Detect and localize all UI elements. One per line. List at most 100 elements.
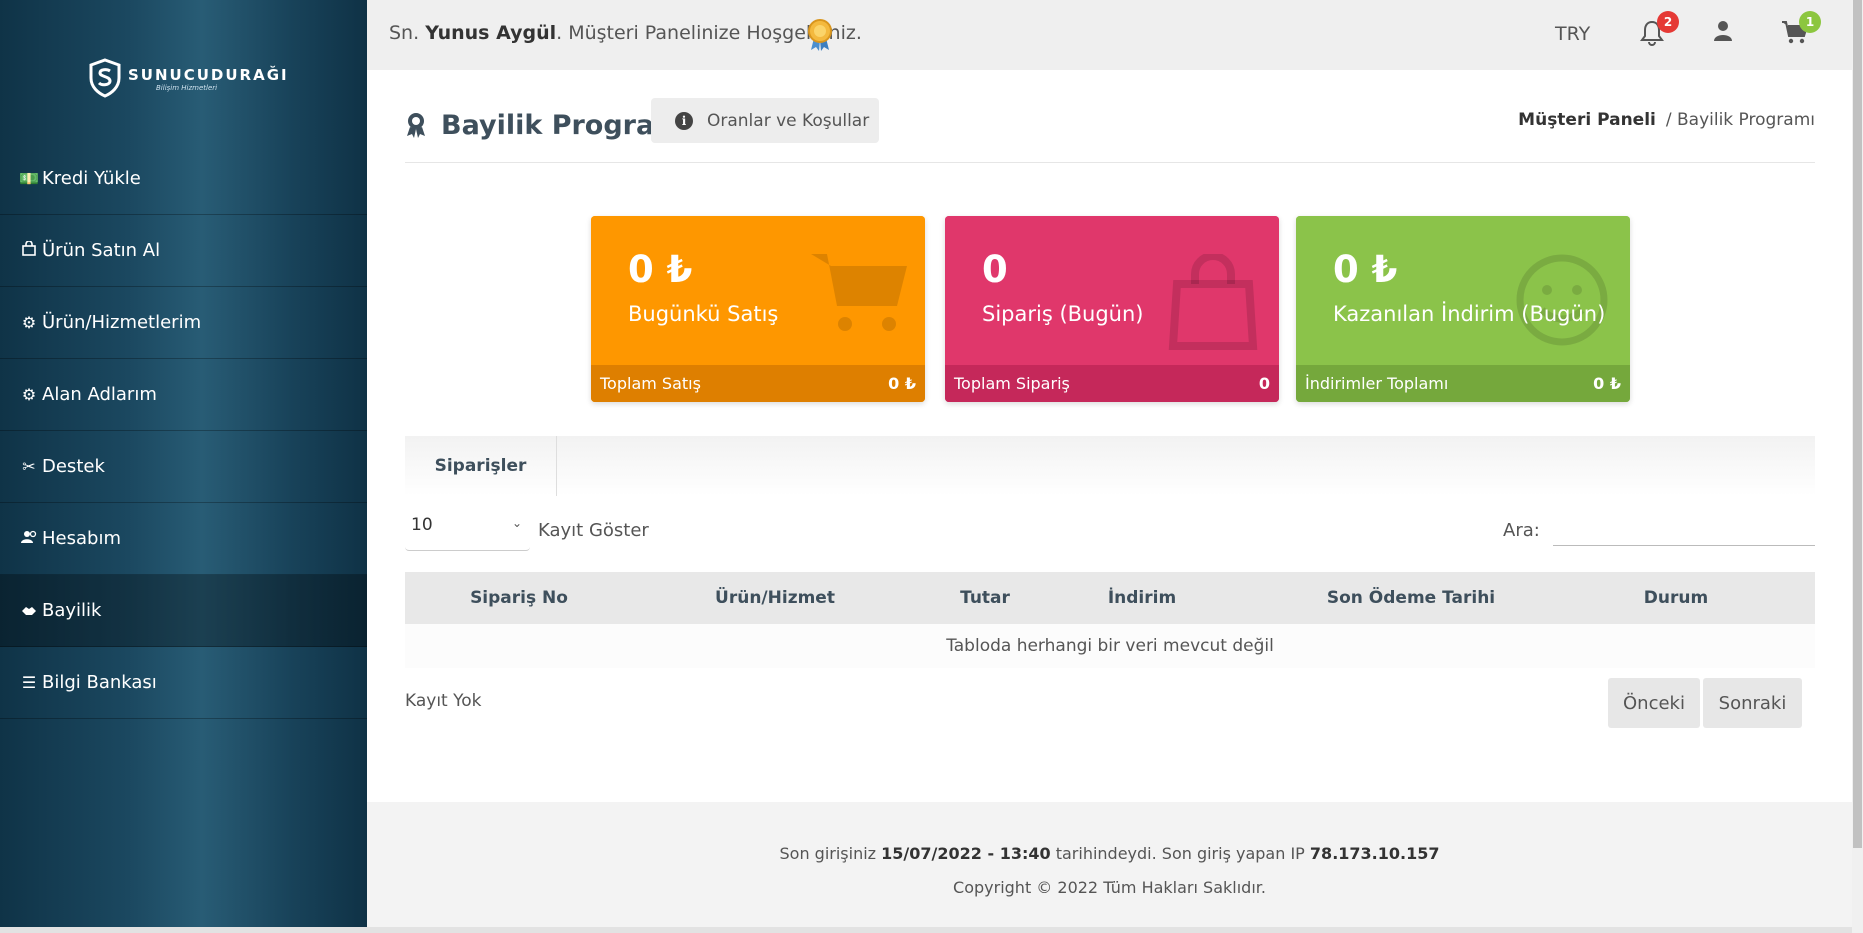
tab-bar: Siparişler [405,436,1815,496]
medal-icon [808,19,832,51]
page-length-label: Kayıt Göster [538,520,649,541]
currency-selector[interactable]: TRY [1555,23,1590,45]
users-icon [18,529,40,548]
rates-and-terms-button[interactable]: i Oranlar ve Koşullar [651,98,879,143]
last-login-prefix: Son girişiniz [779,844,882,863]
shopping-bag-icon [1168,254,1258,350]
card-label: Sipariş (Bugün) [982,302,1144,326]
gear-icon: ⚙ [21,313,37,332]
card-footer: Toplam Sipariş 0 [945,365,1279,402]
footer: Son girişiniz 15/07/2022 - 13:40 tarihin… [367,802,1852,927]
sidebar-item-label: Alan Adlarım [42,384,157,405]
table-info: Kayıt Yok [405,691,482,711]
column-header-tutar[interactable]: Tutar [960,588,1010,608]
brand-name: SUNUCUDURAĞI [128,66,289,84]
next-page-button[interactable]: Sonraki [1703,678,1802,728]
card-value: 0 [982,248,1008,291]
horizontal-scrollbar[interactable] [0,927,1852,933]
card-footer-label: Toplam Sipariş [954,374,1070,393]
card-value: 0 ₺ [1333,248,1398,291]
sidebar-item-label: Destek [42,456,105,477]
sidebar-item-bilgi-bankasi[interactable]: ☰ Bilgi Bankası [0,647,367,719]
column-header-son-odeme-tarihi[interactable]: Son Ödeme Tarihi [1327,588,1495,608]
search-input[interactable] [1553,506,1815,546]
cart-icon [811,254,907,331]
money-icon: 💵 [19,169,39,188]
page-length-select[interactable]: 10 ⌄ [405,506,530,551]
column-header-durum[interactable]: Durum [1644,588,1708,608]
breadcrumb: Müşteri Paneli / Bayilik Programı [1518,110,1815,130]
sidebar-item-label: Bilgi Bankası [42,672,157,693]
scrollbar-thumb[interactable] [1853,0,1862,848]
award-icon [407,113,425,138]
info-icon: i [675,111,693,130]
last-login-info: Son girişiniz 15/07/2022 - 13:40 tarihin… [367,844,1852,863]
user-name: Yunus Aygül [425,22,557,44]
page-header: Bayilik Programı i Oranlar ve Koşullar M… [405,98,1815,163]
card-footer-label: Toplam Satış [600,374,701,393]
sidebar-item-alan-adlarim[interactable]: ⚙ Alan Adlarım [0,359,367,431]
cart-badge: 1 [1799,11,1821,33]
table-empty-row: Tabloda herhangi bir veri mevcut değil [405,624,1815,668]
shopping-bag-icon [18,240,40,260]
breadcrumb-home[interactable]: Müşteri Paneli [1518,110,1656,130]
sidebar-menu: 💵 Kredi Yükle Ürün Satın Al ⚙ Ürün/Hizme… [0,143,367,719]
card-footer-label: İndirimler Toplamı [1305,374,1449,393]
table-header: Sipariş No Ürün/Hizmet Tutar İndirim Son… [405,572,1815,624]
column-header-indirim[interactable]: İndirim [1108,588,1176,608]
top-bar: Sn. Yunus Aygül. Müşteri Panelinize Hoşg… [367,0,1852,70]
card-label: Bugünkü Satış [628,302,779,326]
sidebar-item-destek[interactable]: ✂ Destek [0,431,367,503]
card-footer: İndirimler Toplamı 0 ₺ [1296,365,1630,402]
cart-button[interactable]: 1 [1781,11,1821,49]
card-footer-value: 0 ₺ [888,374,916,393]
sidebar-item-hesabim[interactable]: Hesabım [0,503,367,575]
sidebar: SUNUCUDURAĞI Bilişim Hizmetleri 💵 Kredi … [0,0,367,928]
card-footer-value: 0 [1258,374,1270,393]
copyright: Copyright © 2022 Tüm Hakları Saklıdır. [953,878,1266,897]
last-login-date: 15/07/2022 - 13:40 [881,844,1051,863]
sidebar-item-label: Kredi Yükle [42,168,141,189]
shield-logo-icon [89,58,121,98]
stat-card-orders: 0 Sipariş (Bugün) Toplam Sipariş 0 [945,216,1279,402]
notification-badge: 2 [1657,11,1679,33]
sidebar-item-kredi-yukle[interactable]: 💵 Kredi Yükle [0,143,367,215]
column-header-siparis-no[interactable]: Sipariş No [470,588,568,608]
account-button[interactable] [1712,19,1742,49]
user-icon [1714,21,1732,41]
sidebar-item-label: Ürün/Hizmetlerim [42,312,202,333]
tab-siparisler[interactable]: Siparişler [405,436,557,496]
sidebar-item-urun-hizmetlerim[interactable]: ⚙ Ürün/Hizmetlerim [0,287,367,359]
search-label: Ara: [1503,520,1540,541]
brand-tagline: Bilişim Hizmetleri [156,84,218,92]
sidebar-item-urun-satin-al[interactable]: Ürün Satın Al [0,215,367,287]
last-login-ip: 78.173.10.157 [1309,844,1440,863]
previous-page-button[interactable]: Önceki [1608,678,1700,728]
main-content: Bayilik Programı i Oranlar ve Koşullar M… [367,70,1852,802]
sidebar-item-label: Bayilik [42,600,102,621]
page-length-value: 10 [411,515,433,535]
card-value: 0 ₺ [628,248,693,291]
card-footer: Toplam Satış 0 ₺ [591,365,925,402]
breadcrumb-current: / Bayilik Programı [1665,110,1815,130]
welcome-message: Sn. Yunus Aygül. Müşteri Panelinize Hoşg… [389,22,862,44]
chevron-down-icon: ⌄ [511,516,522,530]
last-login-mid: tarihindeydi. Son giriş yapan IP [1050,844,1310,863]
smile-icon [1516,254,1608,346]
sidebar-item-label: Ürün Satın Al [42,240,161,261]
stat-card-discount: 0 ₺ Kazanılan İndirim (Bugün) İndirimler… [1296,216,1630,402]
gear-icon: ⚙ [21,385,37,404]
sidebar-item-bayilik[interactable]: Bayilik [0,575,367,647]
stat-card-sales: 0 ₺ Bugünkü Satış Toplam Satış 0 ₺ [591,216,925,402]
tools-icon: ✂ [22,457,36,476]
list-icon: ☰ [21,673,37,692]
sidebar-item-label: Hesabım [42,528,121,549]
handshake-icon [18,601,40,620]
card-footer-value: 0 ₺ [1593,374,1621,393]
rates-button-label: Oranlar ve Koşullar [707,110,870,131]
card-label: Kazanılan İndirim (Bugün) [1333,302,1606,326]
notifications-button[interactable]: 2 [1639,11,1679,49]
column-header-urun-hizmet[interactable]: Ürün/Hizmet [715,588,835,608]
brand-logo[interactable]: SUNUCUDURAĞI Bilişim Hizmetleri [88,52,288,102]
welcome-prefix: Sn. [389,22,426,44]
